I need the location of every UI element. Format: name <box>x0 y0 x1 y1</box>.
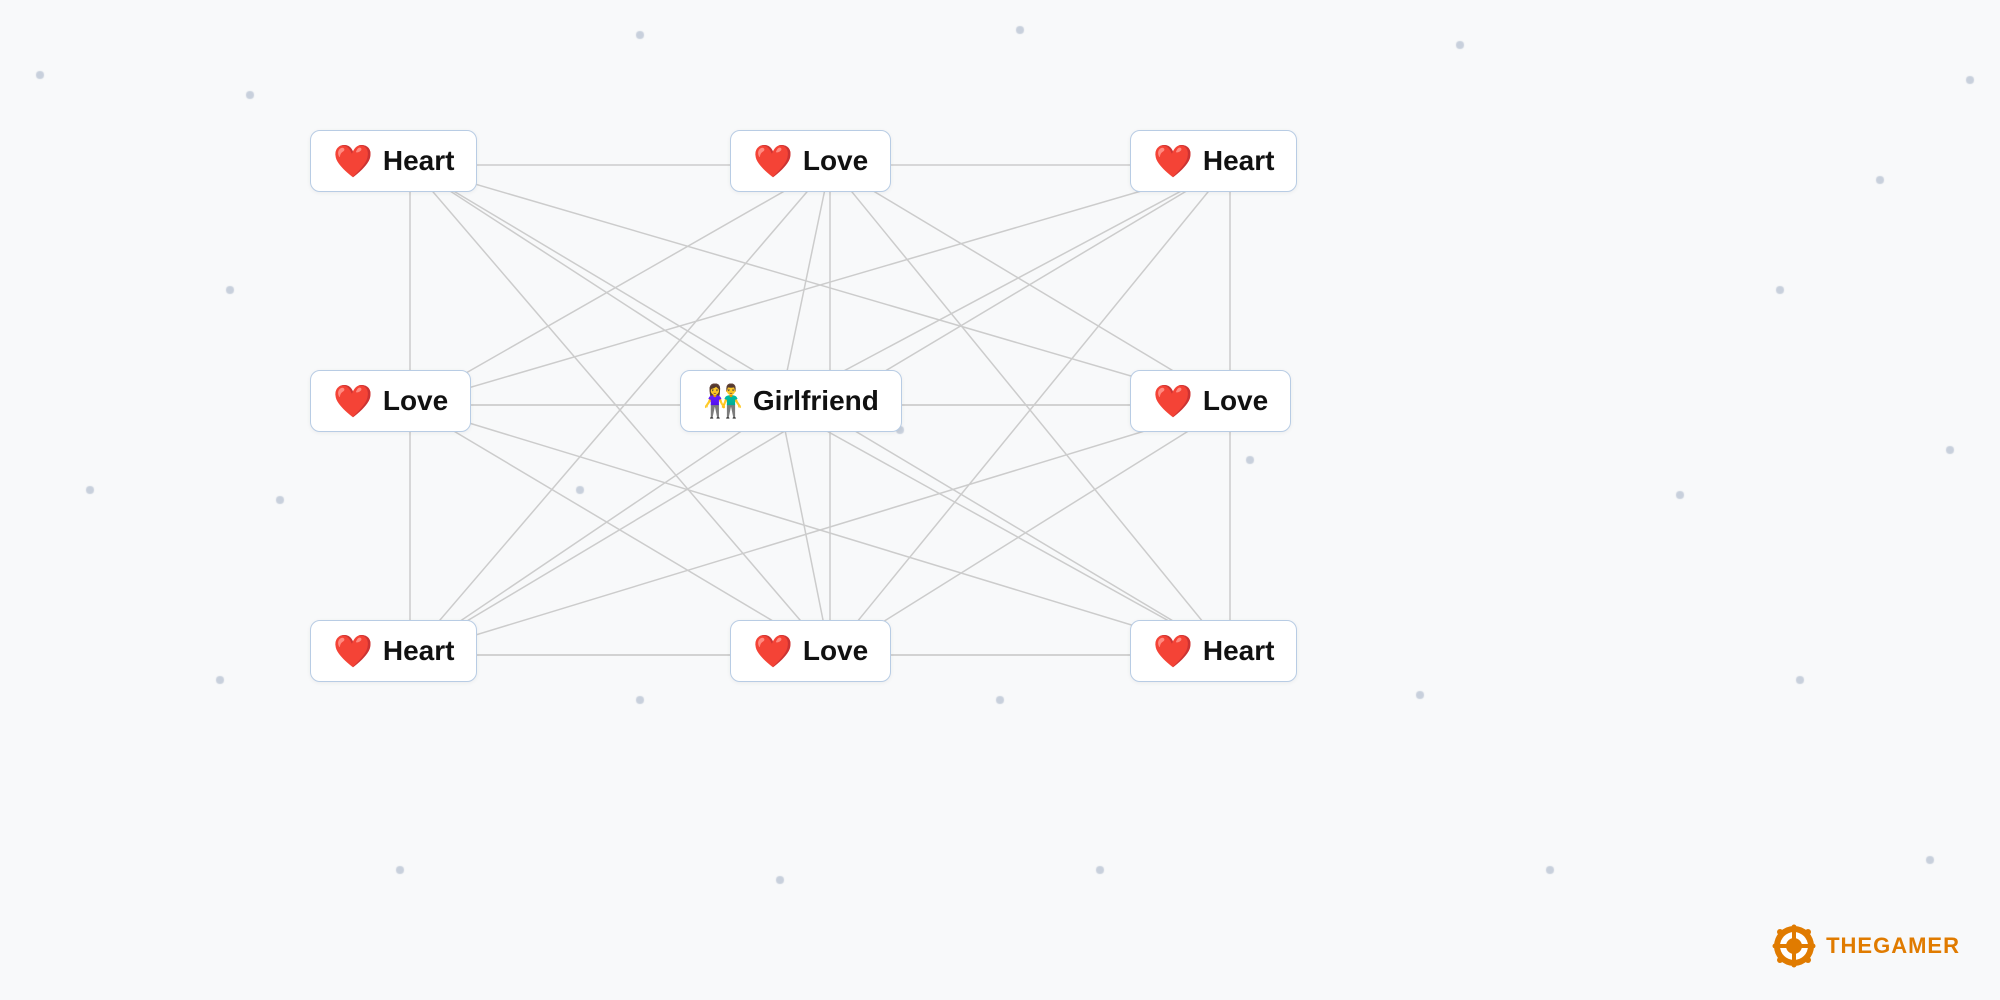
node-n9: ❤️ Heart <box>1130 620 1297 682</box>
node-n3: ❤️ Heart <box>1130 130 1297 192</box>
node-n8: ❤️ Love <box>730 620 891 682</box>
logo-icon <box>1772 924 1816 968</box>
node-label-n9: Heart <box>1203 635 1275 667</box>
node-label-n2: Love <box>803 145 868 177</box>
node-emoji-n3: ❤️ <box>1153 145 1193 177</box>
node-label-n8: Love <box>803 635 868 667</box>
node-emoji-n9: ❤️ <box>1153 635 1193 667</box>
node-label-n6: Love <box>1203 385 1268 417</box>
node-emoji-n8: ❤️ <box>753 635 793 667</box>
node-emoji-n6: ❤️ <box>1153 385 1193 417</box>
node-label-n4: Love <box>383 385 448 417</box>
node-label-n3: Heart <box>1203 145 1275 177</box>
node-label-n1: Heart <box>383 145 455 177</box>
node-emoji-n4: ❤️ <box>333 385 373 417</box>
node-emoji-n1: ❤️ <box>333 145 373 177</box>
node-n6: ❤️ Love <box>1130 370 1291 432</box>
logo-text: THEGAMER <box>1826 933 1960 959</box>
node-n2: ❤️ Love <box>730 130 891 192</box>
graph-container: ❤️ Heart ❤️ Love ❤️ Heart ❤️ Love 👫 Girlfriend ❤️ L… <box>0 0 2000 1000</box>
node-n4: ❤️ Love <box>310 370 471 432</box>
node-emoji-n7: ❤️ <box>333 635 373 667</box>
node-label-n7: Heart <box>383 635 455 667</box>
node-n7: ❤️ Heart <box>310 620 477 682</box>
node-emoji-n2: ❤️ <box>753 145 793 177</box>
node-n1: ❤️ Heart <box>310 130 477 192</box>
node-emoji-n5: 👫 <box>703 385 743 417</box>
node-n5: 👫 Girlfriend <box>680 370 902 432</box>
edges-svg <box>0 0 2000 1000</box>
node-label-n5: Girlfriend <box>753 385 879 417</box>
thegamer-logo: THEGAMER <box>1772 924 1960 968</box>
